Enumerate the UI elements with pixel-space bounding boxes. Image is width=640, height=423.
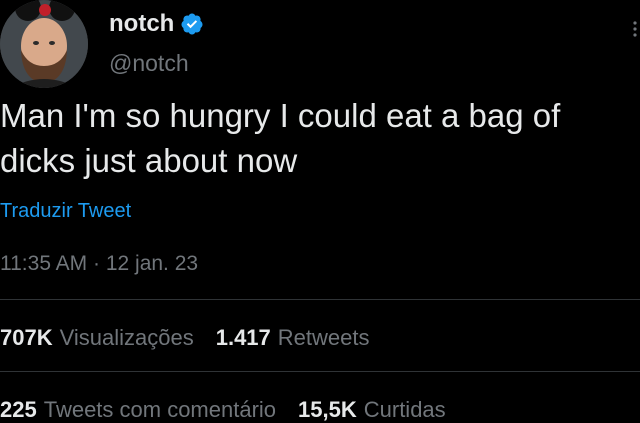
translate-tweet-link[interactable]: Traduzir Tweet [0,200,131,223]
stats-row-top: 707K Visualizações 1.417 Retweets [0,325,392,351]
quote-tweets-stat[interactable]: 225 Tweets com comentário [0,397,276,423]
views-stat[interactable]: 707K Visualizações [0,325,194,351]
retweets-count: 1.417 [215,325,271,350]
display-name[interactable]: notch [109,10,174,38]
stats-row-bottom: 225 Tweets com comentário 15,5K Curtidas [0,397,468,423]
likes-count: 15,5K [298,397,357,422]
avatar[interactable] [0,0,88,88]
quote-tweets-label: Tweets com comentário [43,397,277,422]
retweets-stat[interactable]: 1.417 Retweets [216,325,370,351]
likes-stat[interactable]: 15,5K Curtidas [298,397,446,423]
user-handle[interactable]: @notch [109,50,189,77]
views-count: 707K [0,325,53,350]
retweets-label: Retweets [277,325,370,350]
more-options-icon[interactable] [630,20,640,38]
likes-label: Curtidas [363,397,446,422]
divider [0,299,640,300]
verified-badge-icon [181,13,203,35]
tweet-text: Man I'm so hungry I could eat a bag of d… [0,97,561,179]
quote-tweets-count: 225 [0,397,37,422]
tweet-timestamp[interactable]: 11:35 AM · 12 jan. 23 [0,252,198,276]
avatar-image [0,0,88,88]
views-label: Visualizações [59,325,194,350]
divider [0,371,640,372]
display-name-row[interactable]: notch [109,10,204,38]
